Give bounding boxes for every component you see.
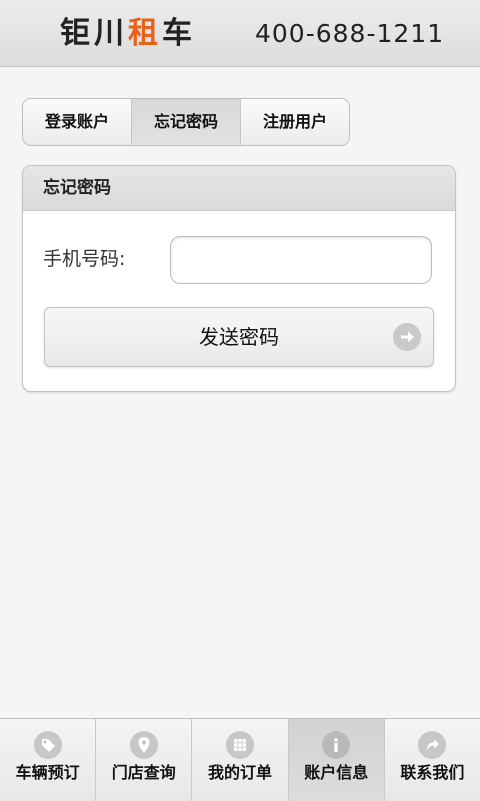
forgot-password-card: 忘记密码 手机号码: 发送密码 <box>22 165 456 392</box>
info-icon <box>322 731 351 759</box>
tab-login[interactable]: 登录账户 <box>23 99 132 145</box>
phone-input[interactable] <box>170 236 432 284</box>
nav-label: 账户信息 <box>304 763 369 782</box>
brand-text-1: 钜川 <box>60 16 128 51</box>
grid-icon <box>226 731 254 759</box>
nav-label: 车辆预订 <box>15 763 80 782</box>
bottom-nav: 车辆预订 门店查询 我的订单 账户信息 联系我们 <box>0 718 480 801</box>
map-pin-icon <box>129 731 158 759</box>
app-header: 钜川租车 400-688-1211 <box>0 0 480 67</box>
hotline-number[interactable]: 400-688-1211 <box>255 14 444 54</box>
nav-store-search[interactable]: 门店查询 <box>96 719 193 801</box>
card-title: 忘记密码 <box>23 166 455 211</box>
nav-account-info[interactable]: 账户信息 <box>288 719 385 801</box>
nav-contact-us[interactable]: 联系我们 <box>385 719 480 801</box>
tab-register[interactable]: 注册用户 <box>241 99 349 145</box>
arrow-right-circle-icon <box>393 323 421 351</box>
account-tabs: 登录账户 忘记密码 注册用户 <box>22 98 350 146</box>
tab-forgot-password[interactable]: 忘记密码 <box>132 99 241 145</box>
brand-logo: 钜川租车 <box>60 14 196 54</box>
brand-text-2: 车 <box>162 16 196 51</box>
nav-vehicle-booking[interactable]: 车辆预订 <box>0 719 97 801</box>
nav-my-orders[interactable]: 我的订单 <box>192 719 289 801</box>
send-password-button[interactable]: 发送密码 <box>44 307 434 367</box>
nav-label: 联系我们 <box>400 763 465 782</box>
redo-arrow-icon <box>418 731 447 759</box>
nav-label: 我的订单 <box>208 763 273 782</box>
phone-label: 手机号码: <box>43 248 126 270</box>
brand-text-accent: 租 <box>128 16 162 51</box>
nav-label: 门店查询 <box>111 763 176 782</box>
send-password-label: 发送密码 <box>199 325 279 349</box>
tag-icon <box>33 731 62 759</box>
